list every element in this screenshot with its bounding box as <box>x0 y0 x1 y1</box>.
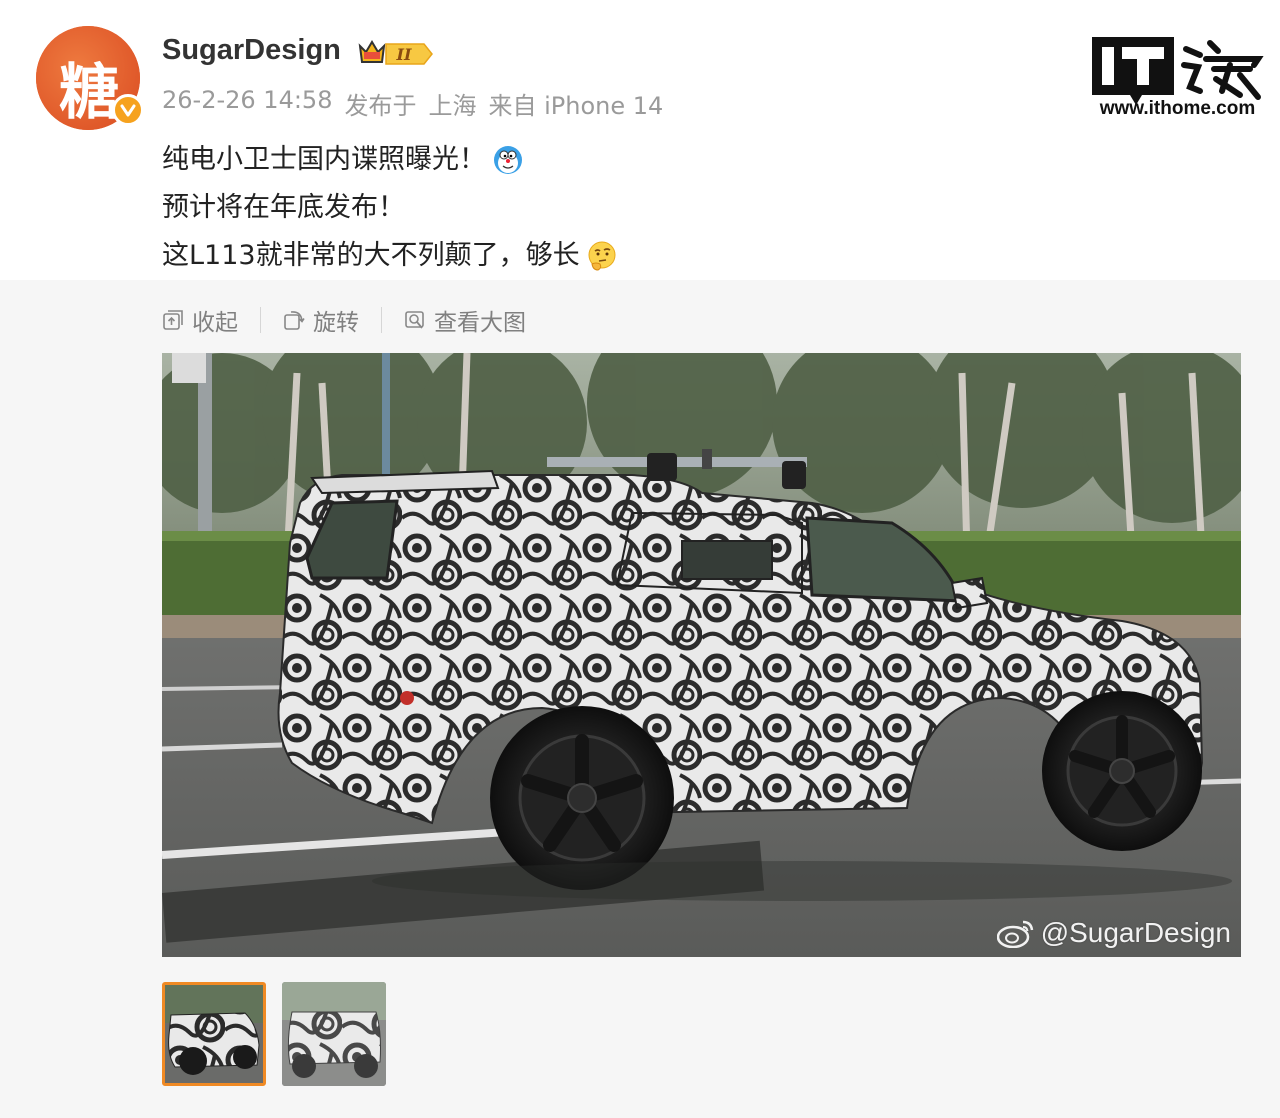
collapse-icon <box>163 310 183 330</box>
avatar[interactable]: 糖 <box>36 26 144 130</box>
doraemon-emoji-icon <box>494 146 522 174</box>
thumbnail-2[interactable] <box>282 982 386 1086</box>
username[interactable]: SugarDesign <box>162 34 341 67</box>
rotate-icon <box>284 311 305 330</box>
post-location: 上海 <box>428 92 477 120</box>
post-line-text: 纯电小卫士国内谍照曝光！ <box>162 144 486 175</box>
level-badge-text: II <box>396 45 412 64</box>
thumbnail-image <box>282 982 386 1086</box>
post-meta: 26-2-26 14:58 发布于 上海 来自 iPhone 14 <box>162 86 663 121</box>
post-line-text: 这L113就非常的大不列颠了，够长 <box>162 240 580 271</box>
post-line: 纯电小卫士国内谍照曝光！ <box>162 136 1162 184</box>
post-timestamp[interactable]: 26-2-26 14:58 <box>162 86 332 121</box>
view-large-button[interactable]: 查看大图 <box>404 303 526 337</box>
thumbnail-1[interactable] <box>162 982 266 1086</box>
main-photo[interactable]: @SugarDesign <box>162 353 1241 957</box>
thinking-emoji-icon <box>588 241 616 271</box>
ithome-url: www.ithome.com <box>1099 98 1256 119</box>
rotate-label: 旋转 <box>313 310 359 336</box>
toolbar-divider <box>260 307 261 333</box>
post-line-text: 预计将在年底发布！ <box>162 192 405 223</box>
rotate-button[interactable]: 旋转 <box>283 303 359 337</box>
toolbar-divider <box>381 307 382 333</box>
view-large-label: 查看大图 <box>434 310 526 336</box>
collapse-button[interactable]: 收起 <box>162 303 238 337</box>
vip-level-badge-icon[interactable]: II <box>356 38 434 70</box>
thumbnail-image <box>165 985 263 1083</box>
collapse-label: 收起 <box>192 310 238 336</box>
weibo-logo-icon <box>996 920 1033 948</box>
view-large-icon <box>405 311 424 329</box>
post-line: 这L113就非常的大不列颠了，够长 <box>162 232 1162 280</box>
watermark-text: @SugarDesign <box>1040 917 1231 948</box>
car-spy-photo <box>162 353 1241 957</box>
media-toolbar: 收起 旋转 查看大图 <box>162 300 526 340</box>
published-label: 发布于 <box>344 92 417 120</box>
post-line: 预计将在年底发布！ <box>162 184 1162 232</box>
post-source: 来自 iPhone 14 <box>488 92 664 120</box>
post-content: 纯电小卫士国内谍照曝光！ 预计将在年底发布！ 这L113就非常的大不列颠了，够长 <box>162 136 1162 280</box>
photo-watermark: @SugarDesign <box>996 917 1231 949</box>
verified-icon <box>112 94 144 126</box>
